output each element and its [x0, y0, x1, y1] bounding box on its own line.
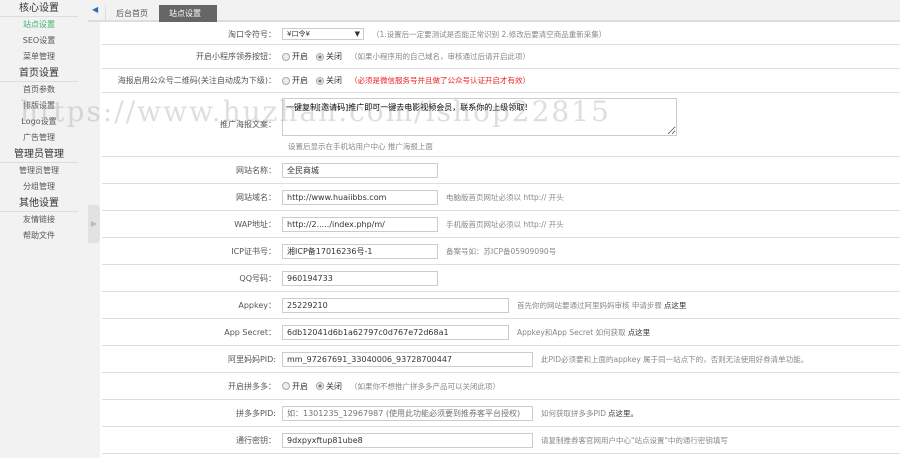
settings-form: 淘口令符号： ¥口令¥ ▼ （1.设置后一定要测试是否能正常识别 2.修改后要清空商…: [102, 24, 900, 454]
pid-input[interactable]: [282, 351, 533, 367]
mini-coupon-off-radio[interactable]: 关闭: [316, 51, 342, 62]
sidebar-item-seo[interactable]: SEO设置: [0, 33, 88, 49]
tab-dashboard[interactable]: 后台首页: [105, 5, 158, 22]
sidebar-item-logo[interactable]: Logo设置: [0, 114, 88, 130]
pdd-on-radio[interactable]: 开启: [282, 381, 308, 392]
hint: 此PID必须要和上面的appkey 属于同一站点下的，否则无法使用好券清单功能。: [541, 354, 809, 364]
appkey-input[interactable]: [282, 297, 509, 313]
hint: 备案号如：苏ICP备05909090号: [446, 246, 557, 256]
chevron-down-icon: ▼: [354, 30, 360, 38]
sidebar-section-other: 其他设置: [0, 195, 78, 212]
poster-qr-off-radio[interactable]: 关闭: [316, 75, 342, 86]
wap-input[interactable]: [282, 216, 438, 232]
label: 阿里妈妈PID:: [227, 354, 276, 364]
pass-key-input[interactable]: [282, 432, 533, 448]
poster-text-input[interactable]: 一键复制[邀请码]推广即可一键去电影视频会员，联系你的上级领取！: [282, 97, 677, 136]
domain-input[interactable]: [282, 189, 438, 205]
sidebar-item-home-params[interactable]: 首页参数: [0, 82, 88, 98]
sidebar-item-menu[interactable]: 菜单管理: [0, 49, 88, 65]
sidebar-item-admins[interactable]: 管理员管理: [0, 163, 88, 179]
pdd-help-link[interactable]: 点这里。: [608, 408, 638, 419]
select-value: ¥口令¥: [287, 30, 310, 38]
taokouling-select[interactable]: ¥口令¥ ▼: [282, 28, 364, 40]
tab-bar: ◀ 后台首页 站点设置×: [88, 0, 900, 35]
sidebar-toggle-button[interactable]: ▶: [88, 205, 100, 243]
caret-left-icon[interactable]: ◀: [92, 5, 98, 14]
warning-hint: （必须是微信服务号并且做了公众号认证开启才有效）: [350, 76, 530, 85]
sidebar-section-home: 首页设置: [0, 65, 78, 82]
hint: （如果你不想推广拼多多产品可以关闭此项）: [350, 381, 500, 391]
app-secret-input[interactable]: [282, 324, 509, 340]
label: 推广海报文案：: [220, 120, 276, 129]
appkey-help-link[interactable]: 点这里: [664, 300, 687, 311]
icp-input[interactable]: [282, 243, 438, 259]
hint: 电脑版首页网址必须以 http:// 开头: [446, 192, 564, 202]
label: 网站域名：: [236, 192, 276, 202]
tab-label: 站点设置: [169, 9, 201, 18]
secret-help-link[interactable]: 点这里: [628, 327, 651, 338]
label: 海报启用公众号二维码(关注自动成为下级)：: [117, 76, 276, 85]
hint: 首先你的网站要通过阿里妈妈审核 申请步骤: [517, 300, 662, 310]
hint: 设置后显示在手机站用户中心 推广海报上面: [288, 141, 433, 151]
sidebar-item-ads[interactable]: 广告管理: [0, 130, 88, 146]
site-name-input[interactable]: [282, 162, 438, 178]
label: 拼多多PID:: [235, 408, 276, 418]
tab-site-settings[interactable]: 站点设置×: [159, 5, 217, 35]
hint: 请复制推券客官网用户中心"站点设置"中的通行密钥填写: [541, 435, 728, 445]
mini-coupon-on-radio[interactable]: 开启: [282, 51, 308, 62]
hint: 如何获取拼多多PID: [541, 408, 607, 418]
label: Appkey：: [238, 300, 276, 310]
label: 开启小程序领券按钮：: [196, 52, 276, 61]
sidebar-section-core: 核心设置: [0, 0, 78, 17]
pdd-off-radio[interactable]: 关闭: [316, 381, 342, 392]
label: 开启拼多多：: [228, 381, 276, 391]
label: App Secret：: [224, 327, 276, 337]
label: 通行密钥：: [236, 435, 276, 445]
sidebar-item-layout[interactable]: 排版设置: [0, 98, 88, 114]
pdd-pid-input[interactable]: [282, 405, 533, 421]
hint: 手机版首页网址必须以 http:// 开头: [446, 219, 564, 229]
label: ICP证书号：: [231, 246, 276, 256]
sidebar: 核心设置 站点设置 SEO设置 菜单管理 首页设置 首页参数 排版设置 Logo…: [0, 0, 88, 458]
label: QQ号码：: [239, 273, 276, 283]
sidebar-item-help[interactable]: 帮助文件: [0, 228, 88, 244]
hint: （1.设置后一定要测试是否能正常识别 2.修改后要清空商品重新采集）: [372, 29, 607, 39]
caret-right-icon: ▶: [90, 219, 98, 228]
qq-input[interactable]: [282, 270, 438, 286]
label: 淘口令符号：: [228, 29, 276, 39]
sidebar-item-links[interactable]: 友情链接: [0, 212, 88, 228]
sidebar-section-admin: 管理员管理: [0, 146, 78, 163]
hint: （如果小程序用的自己域名，审核通过后请开启此项）: [350, 52, 530, 61]
poster-qr-on-radio[interactable]: 开启: [282, 75, 308, 86]
label: WAP地址：: [234, 219, 276, 229]
sidebar-item-groups[interactable]: 分组管理: [0, 179, 88, 195]
sidebar-item-site-settings[interactable]: 站点设置: [0, 17, 88, 33]
label: 网站名称：: [236, 165, 276, 175]
hint: Appkey和App Secret 如何获取: [517, 327, 626, 337]
